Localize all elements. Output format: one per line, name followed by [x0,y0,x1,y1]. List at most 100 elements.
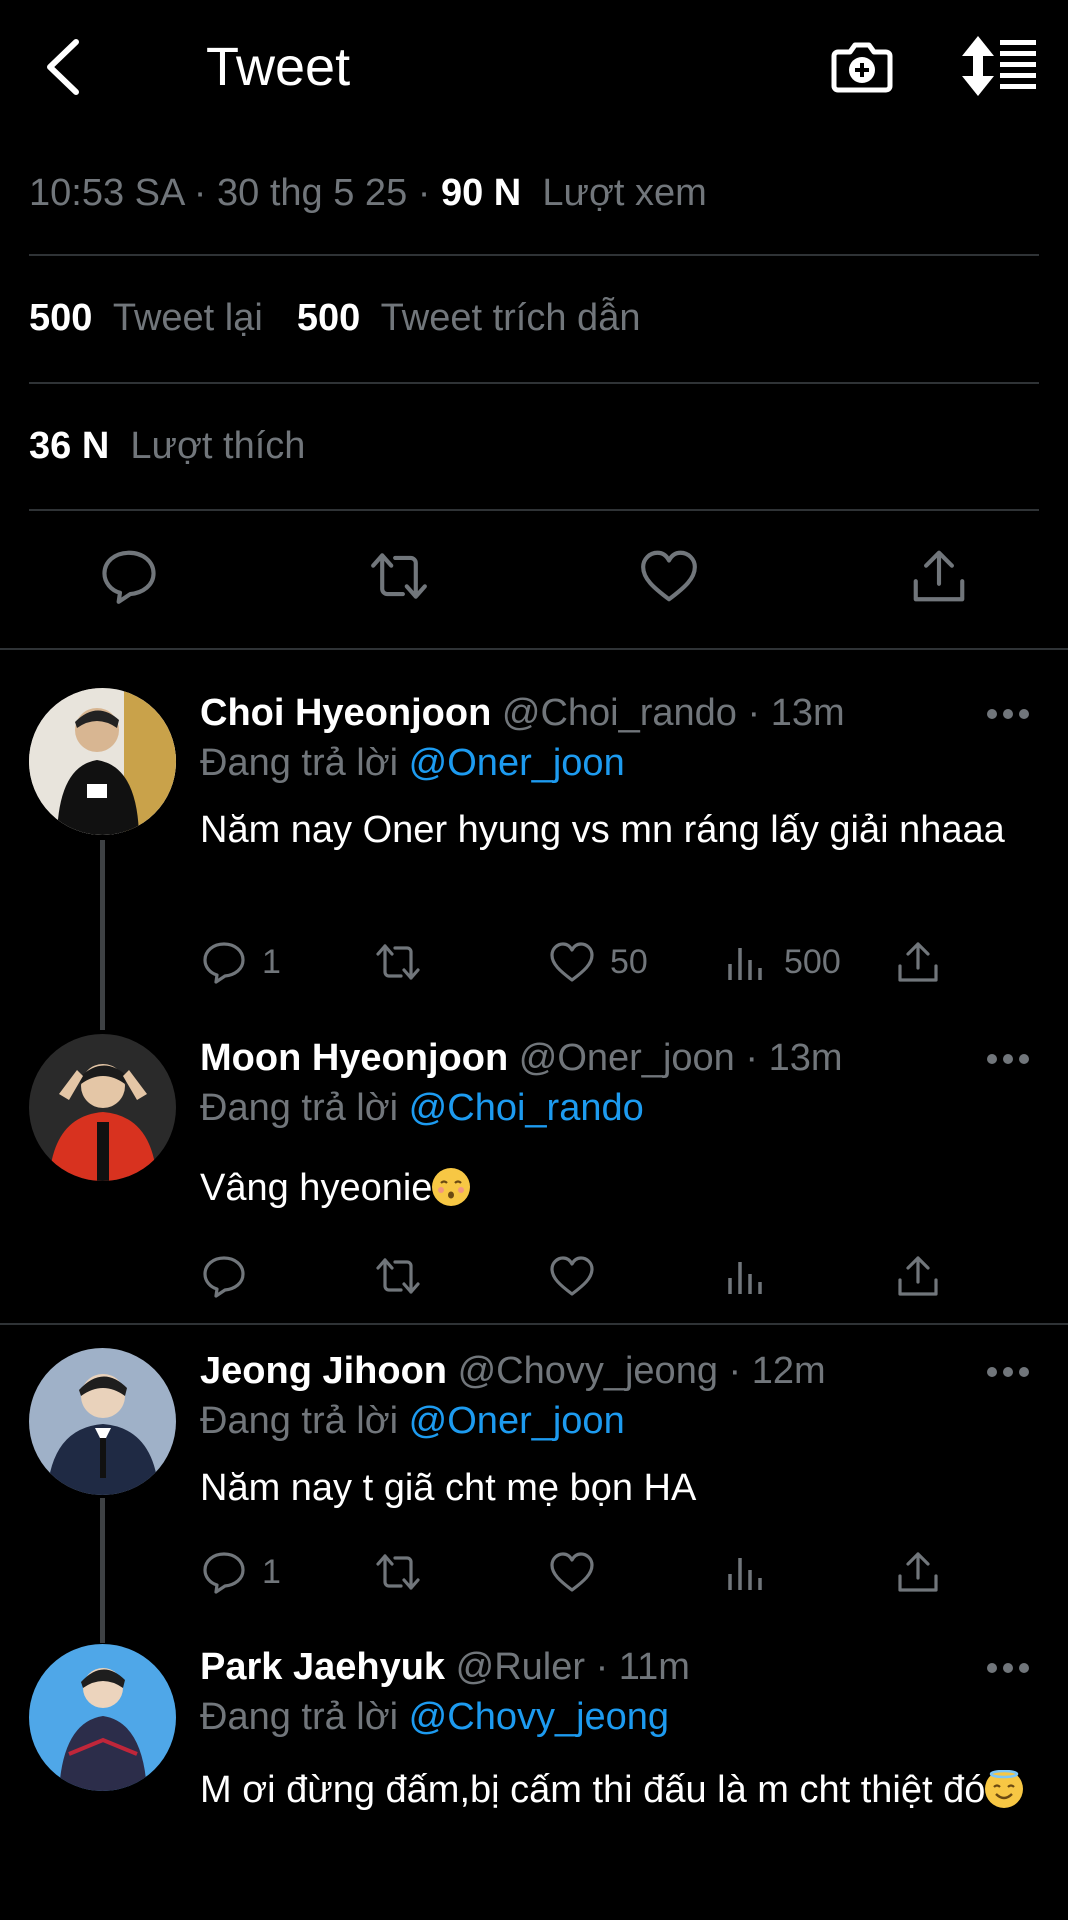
replying-prefix: Đang trả lời [200,1087,399,1129]
views-button[interactable] [722,1548,770,1596]
mention-link[interactable]: @Choi_rando [409,1087,644,1129]
views-count: 90 N [440,172,522,214]
reply-count: 1 [262,1552,281,1591]
retweet-button[interactable] [374,938,422,986]
reply-text: Vâng hyeonie [200,1167,433,1209]
mention-link[interactable]: @Oner_joon [409,742,625,784]
retweet-button[interactable] [374,1252,422,1300]
more-icon[interactable] [986,1365,1030,1379]
replying-to: Đang trả lời @Oner_joon [200,1400,625,1443]
reply-header: Park Jaehyuk @Ruler · 11m [200,1646,690,1688]
quotes-count: 500 [296,297,361,339]
reply-author-name[interactable]: Park Jaehyuk [200,1646,445,1688]
avatar[interactable] [29,688,176,835]
reply-icon [203,1552,245,1594]
reply-icon[interactable] [98,545,160,607]
reply-author-name[interactable]: Choi Hyeonjoon [200,692,491,734]
reply-header: Choi Hyeonjoon @Choi_rando · 13m [200,692,845,734]
retweets-count: 500 [29,297,93,339]
retweet-icon [376,1554,420,1590]
more-icon[interactable] [986,1052,1030,1066]
like-count: 50 [610,942,648,981]
reply-actions: 1 50 500 [0,938,1068,988]
retweet-button[interactable] [374,1548,422,1596]
reply-time: 13m [768,1037,843,1079]
reply-button[interactable] [200,1252,262,1300]
divider [29,254,1039,256]
reply-count: 1 [262,942,281,981]
view-count: 500 [784,942,841,981]
views-icon [728,1558,762,1590]
reply-time: 13m [770,692,845,734]
reply-author-handle[interactable]: @Choi_rando [502,692,737,734]
avatar[interactable] [29,1644,176,1791]
retweets-label: Tweet lại [112,297,263,339]
likes-label: Lượt thích [130,425,306,467]
reply-button[interactable]: 1 [200,1548,281,1596]
like-button[interactable] [548,1548,596,1596]
tweet-date: 30 thg 5 25 [217,172,408,214]
tweet-action-bar [0,545,1068,615]
like-button[interactable]: 50 [548,938,648,986]
reply-header: Moon Hyeonjoon @Oner_joon · 13m [200,1037,843,1079]
reply-text: Năm nay Oner hyung vs mn ráng lấy giải n… [200,809,1005,851]
tweet-time: 10:53 SA [29,172,184,214]
reply-author-handle[interactable]: @Oner_joon [519,1037,735,1079]
reply-time: 12m [751,1350,826,1392]
share-button[interactable] [894,1252,942,1300]
views-icon [728,948,762,980]
retweet-icon [376,944,420,980]
replying-to: Đang trả lời @Oner_joon [200,742,625,785]
divider [29,382,1039,384]
reply-text-row: M ơi đừng đấm,bị cấm thi đấu là m cht th… [200,1758,1030,1822]
like-icon [550,1256,594,1296]
reply-time: 11m [618,1646,690,1688]
share-icon [898,1256,938,1296]
retweet-icon [376,1258,420,1294]
tweet-meta: 10:53 SA · 30 thg 5 25 · 90 N Lượt xem [29,172,707,214]
views-label: Lượt xem [542,172,707,214]
more-icon[interactable] [986,1661,1030,1675]
divider [29,509,1039,511]
reply-text: Năm nay t giã cht mẹ bọn HA [200,1467,697,1509]
replying-to: Đang trả lời @Choi_rando [200,1087,644,1130]
retweet-stats[interactable]: 500 Tweet lại 500 Tweet trích dẫn [29,297,640,340]
like-icon [550,1552,594,1592]
page-title: Tweet [206,37,351,97]
quotes-label: Tweet trích dẫn [380,297,641,339]
mention-link[interactable]: @Oner_joon [409,1400,625,1442]
more-icon[interactable] [986,707,1030,721]
reply-author-handle[interactable]: @Ruler [456,1646,585,1688]
divider [0,1323,1068,1325]
views-icon [728,1262,762,1294]
like-stats[interactable]: 36 N Lượt thích [29,425,305,468]
reply-author-handle[interactable]: @Chovy_jeong [458,1350,718,1392]
divider [0,648,1068,650]
like-icon[interactable] [638,545,700,607]
share-icon[interactable] [908,545,970,607]
reply-button[interactable]: 1 [200,938,281,986]
reply-text: M ơi đừng đấm,bị cấm thi đấu là m cht th… [200,1769,986,1811]
avatar[interactable] [29,1348,176,1495]
reply-author-name[interactable]: Jeong Jihoon [200,1350,447,1392]
reply-icon [203,942,245,984]
top-bar: Tweet [0,0,1068,135]
reply-actions [0,1252,1068,1302]
replying-prefix: Đang trả lời [200,1400,399,1442]
sort-icon[interactable] [962,36,1036,96]
reply-author-name[interactable]: Moon Hyeonjoon [200,1037,508,1079]
reply-actions: 1 [0,1548,1068,1598]
views-button[interactable] [722,1252,770,1300]
share-button[interactable] [894,1548,942,1596]
views-button[interactable]: 500 [722,938,841,986]
share-icon [898,942,938,982]
reply-text-row: Vâng hyeonie [200,1164,1030,1212]
reply-header: Jeong Jihoon @Chovy_jeong · 12m [200,1350,826,1392]
share-button[interactable] [894,938,942,986]
like-button[interactable] [548,1252,596,1300]
back-arrow-icon[interactable] [40,36,88,98]
mention-link[interactable]: @Chovy_jeong [409,1696,669,1738]
avatar[interactable] [29,1034,176,1181]
retweet-icon[interactable] [368,545,430,607]
camera-plus-icon[interactable] [830,34,894,98]
